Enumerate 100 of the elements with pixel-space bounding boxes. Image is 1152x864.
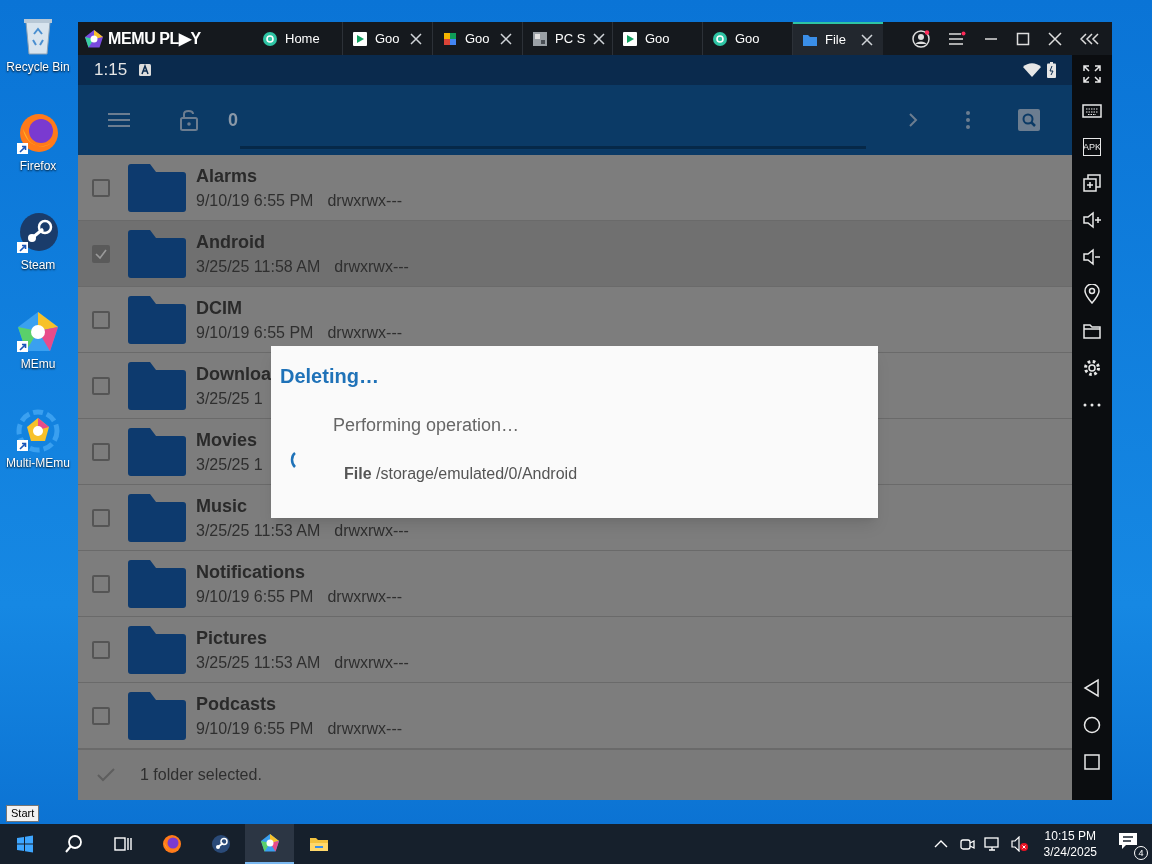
file-name: Alarms xyxy=(196,164,258,187)
search-icon xyxy=(63,834,84,854)
folder-icon xyxy=(128,295,186,344)
firefox-icon[interactable] xyxy=(15,111,61,157)
checkbox[interactable] xyxy=(92,574,110,593)
icon-label: Steam xyxy=(20,258,56,272)
tab-label: Home xyxy=(285,29,321,48)
meet-icon[interactable] xyxy=(958,836,975,852)
folder-icon xyxy=(128,163,186,212)
checkbox[interactable] xyxy=(92,244,110,263)
keyboard-icon[interactable] xyxy=(1082,101,1102,121)
file-date: 9/10/19 6:55 PM xyxy=(196,322,314,343)
steam-icon xyxy=(210,834,231,854)
battery-icon xyxy=(1047,62,1056,78)
file-permissions: drwxrwx--- xyxy=(334,256,409,277)
close-icon[interactable] xyxy=(1048,31,1062,46)
clock-time[interactable]: 10:15 PM xyxy=(1044,828,1096,844)
file-name: DCIM xyxy=(196,296,242,319)
lock-icon[interactable] xyxy=(180,109,198,131)
network-icon[interactable] xyxy=(983,836,1002,852)
file-date: 3/25/25 1 xyxy=(196,454,263,475)
close-icon[interactable] xyxy=(500,32,512,45)
chevron-up-icon[interactable] xyxy=(933,839,948,849)
account-icon[interactable] xyxy=(912,29,930,48)
dialog-title: Deleting… xyxy=(280,364,379,388)
clock-text: 1:15 xyxy=(94,59,128,82)
apk-button[interactable]: APK xyxy=(1083,138,1101,156)
checkbox[interactable] xyxy=(92,376,110,395)
dialog-message: Performing operation… xyxy=(333,414,520,436)
dialog-detail: File /storage/emulated/0/Android xyxy=(344,464,578,484)
close-icon[interactable] xyxy=(593,32,606,45)
checkbox[interactable] xyxy=(92,310,110,329)
selection-status: 1 folder selected. xyxy=(140,765,262,785)
file-date: 9/10/19 6:55 PM xyxy=(196,718,314,739)
tab-label: File xyxy=(825,30,847,49)
notification-icon xyxy=(139,64,152,76)
icon-label: Firefox xyxy=(19,159,57,173)
search-icon[interactable] xyxy=(1018,109,1040,131)
recents-icon[interactable] xyxy=(1082,752,1102,772)
file-name: Movies xyxy=(196,428,258,451)
checkbox[interactable] xyxy=(92,706,110,725)
clock-date[interactable]: 3/24/2025 xyxy=(1043,844,1097,860)
file-permissions: drwxrwx--- xyxy=(327,586,403,607)
play-store-icon xyxy=(353,31,367,46)
file-name: Podcasts xyxy=(196,692,277,715)
folder-icon xyxy=(803,32,817,47)
square-app-icon xyxy=(533,31,547,46)
file-date: 9/10/19 6:55 PM xyxy=(196,190,314,211)
file-permissions: drwxrwx--- xyxy=(334,520,409,541)
browser-tab[interactable]: File xyxy=(793,22,883,55)
file-name: Music xyxy=(196,494,247,517)
checkbox[interactable] xyxy=(92,508,110,527)
file-name: Android xyxy=(196,230,265,253)
pentagon-logo-icon xyxy=(84,28,104,49)
back-icon[interactable] xyxy=(1082,678,1102,698)
folder-icon xyxy=(128,427,186,476)
play-store-icon xyxy=(623,31,637,46)
spinner-icon xyxy=(290,452,296,468)
tab-label: Goo xyxy=(465,29,491,48)
pentagon-logo-icon xyxy=(259,833,280,853)
volume-muted-icon[interactable] xyxy=(1010,836,1029,852)
taskbar-button[interactable] xyxy=(245,824,294,864)
folder-icon xyxy=(128,229,186,278)
file-date: 3/25/25 11:58 AM xyxy=(196,256,321,277)
windows-icon xyxy=(14,834,35,854)
check-icon[interactable] xyxy=(96,767,116,783)
notification-center-icon[interactable] xyxy=(1118,832,1138,850)
maximize-icon[interactable] xyxy=(1016,31,1030,46)
checkbox[interactable] xyxy=(92,640,110,659)
location-pin-icon[interactable] xyxy=(1082,284,1102,304)
menu-icon[interactable] xyxy=(948,30,966,47)
circle-app-icon xyxy=(263,31,277,46)
add-window-icon[interactable] xyxy=(1082,173,1102,193)
volume-down-icon[interactable] xyxy=(1082,247,1102,267)
folder-icon xyxy=(128,559,186,608)
volume-up-icon[interactable] xyxy=(1082,210,1102,230)
file-date: 9/10/19 6:55 PM xyxy=(196,586,314,607)
folder-icon xyxy=(128,361,186,410)
checkbox[interactable] xyxy=(92,442,110,461)
home-icon[interactable] xyxy=(1082,715,1102,735)
folder-icon[interactable] xyxy=(1082,321,1102,341)
file-permissions: drwxrwx--- xyxy=(334,652,409,673)
icon-label: Recycle Bin xyxy=(6,60,70,74)
settings-icon[interactable] xyxy=(1082,358,1102,378)
folder-icon xyxy=(128,493,186,542)
close-icon[interactable] xyxy=(861,33,873,46)
collapse-icon[interactable] xyxy=(1080,32,1100,45)
file-permissions: drwxrwx--- xyxy=(327,190,403,211)
notification-count: 4 xyxy=(1134,846,1148,860)
icon-label: Multi-MEmu xyxy=(6,456,70,470)
folder-icon xyxy=(128,625,186,674)
checkbox[interactable] xyxy=(92,178,110,197)
chevron-right-icon[interactable] xyxy=(908,112,918,128)
file-name: Notifications xyxy=(196,560,305,583)
wifi-icon xyxy=(1023,63,1041,77)
close-icon[interactable] xyxy=(410,32,422,45)
firefox-icon xyxy=(161,834,182,854)
pentagon-logo-icon[interactable] xyxy=(15,309,61,355)
fullscreen-icon[interactable] xyxy=(1082,64,1102,84)
steam-icon[interactable] xyxy=(15,210,61,256)
